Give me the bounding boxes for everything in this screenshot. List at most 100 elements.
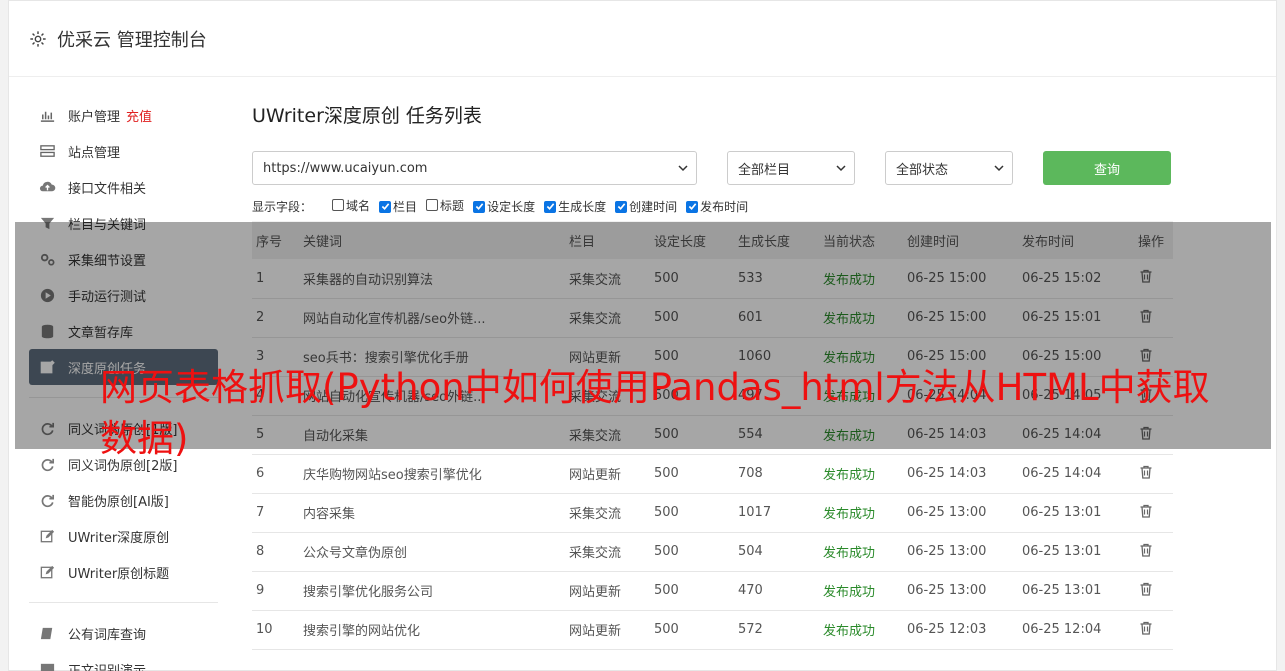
table-row: 9 搜索引擎优化服务公司 网站更新 500 470 发布成功 06-25 13:00 06-2… [252,571,1173,611]
table-cell: 搜索引擎优化服务公司 [299,571,565,611]
checkbox-unchecked-icon [332,199,345,212]
field-checkbox-label: 栏目 [393,200,418,215]
table-cell: 06-25 12:04 [1018,610,1134,650]
checkbox-unchecked-icon [426,199,439,212]
checkbox-checked-icon [686,200,699,213]
table-cell: 06-25 13:01 [1018,571,1134,611]
table-cell: 470 [734,571,819,611]
trash-icon[interactable] [1138,542,1154,558]
edit-icon [40,529,55,542]
gear-icon [30,30,46,47]
bar-chart-icon [40,111,55,122]
table-cell: 06-25 13:00 [903,571,1018,611]
sidebar-item[interactable]: UWriter原创标题 [29,554,218,590]
query-button[interactable]: 查询 [1043,151,1171,185]
table-cell: 500 [650,610,734,650]
sidebar-item[interactable]: 智能伪原创[AI版] [29,482,218,518]
table-cell: 采集交流 [565,532,650,572]
trash-icon[interactable] [1138,503,1154,519]
sidebar-item-label: 智能伪原创[AI版] [68,494,169,510]
top-bar: 优采云 管理控制台 [9,1,1276,77]
field-checkbox[interactable]: 设定长度 [473,198,535,215]
field-checkbox-label: 生成长度 [558,200,607,215]
app-title: 优采云 管理控制台 [57,29,207,51]
field-checkbox[interactable]: 标题 [426,197,464,214]
sidebar-item[interactable]: 公有词库查询 [29,615,218,651]
trash-icon[interactable] [1138,620,1154,636]
field-checkbox[interactable]: 生成长度 [544,198,606,215]
sidebar-item-label: 正文识别演示 [68,663,147,671]
table-cell: 7 [252,493,299,533]
sidebar-item[interactable]: 站点管理 [29,133,218,169]
refresh-icon [41,494,55,507]
cloud-upload-icon [39,181,56,191]
sidebar-item[interactable]: 接口文件相关 [29,169,218,205]
sidebar-item[interactable]: 账户管理 充值 [29,97,218,133]
trash-icon[interactable] [1138,464,1154,480]
sidebar-item-label: 公有词库查询 [68,627,147,643]
action-cell [1134,610,1173,650]
action-cell [1134,532,1173,572]
table-cell: 8 [252,532,299,572]
checkbox-checked-icon [379,200,392,213]
site-select[interactable]: https://www.ucaiyun.com [252,151,697,185]
checkbox-checked-icon [615,200,628,213]
table-cell: 500 [650,532,734,572]
trash-icon[interactable] [1138,581,1154,597]
table-row: 10 搜索引擎的网站优化 网站更新 500 572 发布成功 06-25 12:03 06-2… [252,610,1173,650]
table-cell: 发布成功 [819,493,903,533]
column-select-value: 全部栏目 [738,162,791,178]
table-cell: 06-25 13:00 [903,532,1018,572]
table-row: 8 公众号文章伪原创 采集交流 500 504 发布成功 06-25 13:00 06-25 … [252,532,1173,572]
table-cell: 发布成功 [819,610,903,650]
table-cell: 搜索引擎的网站优化 [299,610,565,650]
sidebar-item-label: 账户管理 [68,109,121,125]
table-cell: 10 [252,610,299,650]
table-cell: 发布成功 [819,571,903,611]
table-cell: 公众号文章伪原创 [299,532,565,572]
column-select[interactable]: 全部栏目 [727,151,855,185]
edit-icon [40,565,55,578]
sidebar-item-label: UWriter原创标题 [68,566,170,582]
table-cell: 500 [650,571,734,611]
status-select[interactable]: 全部状态 [885,151,1013,185]
page-title: UWriter深度原创 任务列表 [252,105,482,127]
display-fields-label: 显示字段： [252,199,313,214]
action-cell [1134,571,1173,611]
refresh-icon [41,458,55,471]
table-cell: 504 [734,532,819,572]
recharge-link[interactable]: 充值 [126,106,152,125]
sidebar-item[interactable]: 正文识别演示 [29,651,218,671]
filter-bar: https://www.ucaiyun.com 全部栏目 全部状态 查询 [252,150,1173,186]
sidebar-item-label: UWriter深度原创 [68,530,170,546]
table-cell: 06-25 13:01 [1018,493,1134,533]
table-cell: 572 [734,610,819,650]
table-cell: 06-25 13:01 [1018,532,1134,572]
table-cell: 内容采集 [299,493,565,533]
field-checkbox-label: 标题 [440,198,465,213]
sidebar-item-label: 接口文件相关 [68,181,147,197]
sidebar-item-label: 站点管理 [68,145,121,161]
field-checkbox[interactable]: 发布时间 [686,198,748,215]
table-cell: 网站更新 [565,610,650,650]
table-cell: 1017 [734,493,819,533]
site-select-value: https://www.ucaiyun.com [263,160,428,176]
table-cell: 9 [252,571,299,611]
chevron-down-icon [678,165,688,172]
field-checkbox[interactable]: 域名 [332,197,370,214]
table-cell: 发布成功 [819,532,903,572]
field-checkbox-label: 设定长度 [487,200,536,215]
table-cell: 采集交流 [565,493,650,533]
checkbox-checked-icon [544,200,557,213]
overlay-title: 网页表格抓取(Python中如何使用Pandas_html方法从HTML中获取数… [100,366,1210,460]
table-cell: 网站更新 [565,571,650,611]
table-row: 7 内容采集 采集交流 500 1017 发布成功 06-25 13:00 06-25 13:… [252,493,1173,533]
sidebar-item[interactable]: UWriter深度原创 [29,518,218,554]
field-checkbox[interactable]: 栏目 [379,198,417,215]
field-checkbox[interactable]: 创建时间 [615,198,677,215]
checkbox-checked-icon [473,200,486,213]
field-checkbox-label: 域名 [346,198,371,213]
table-cell: 500 [650,493,734,533]
status-select-value: 全部状态 [896,162,949,178]
chevron-down-icon [836,165,846,172]
